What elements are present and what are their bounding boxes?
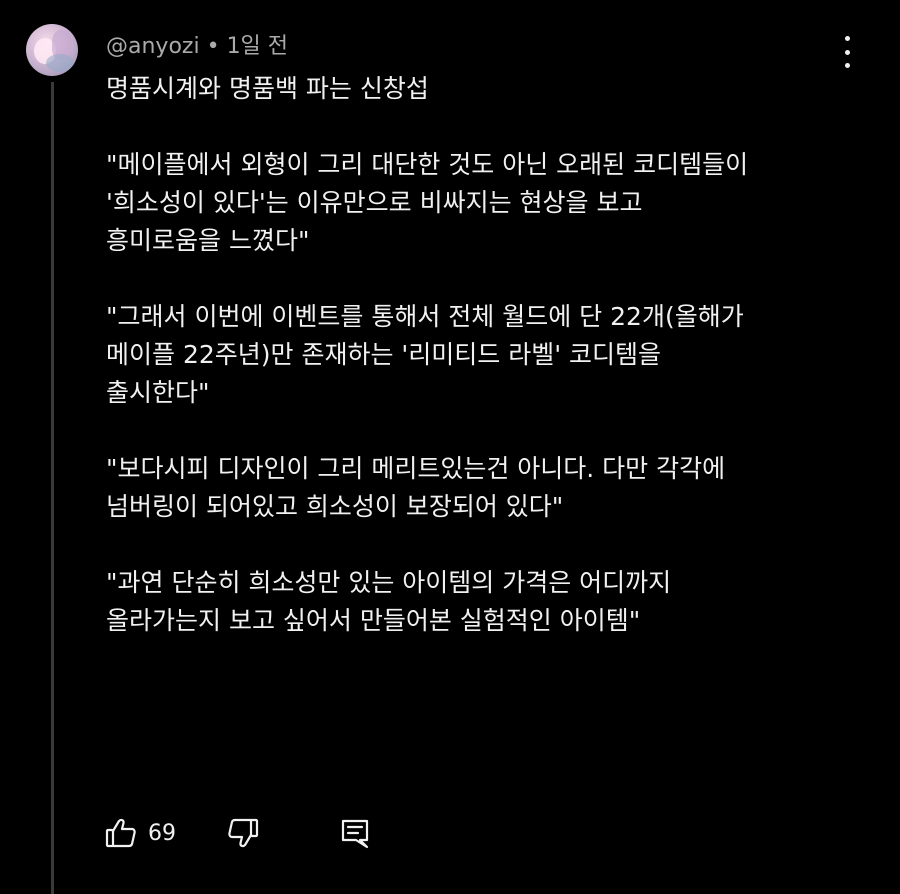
author-handle[interactable]: @anyozi bbox=[106, 34, 200, 59]
like-count: 69 bbox=[148, 820, 176, 846]
user-avatar[interactable] bbox=[26, 24, 78, 76]
more-vertical-icon bbox=[844, 36, 850, 41]
comment-line: 넘버링이 되어있고 희소성이 보장되어 있다" bbox=[106, 492, 564, 521]
like-button[interactable]: 69 bbox=[104, 813, 176, 853]
more-vertical-icon bbox=[844, 49, 850, 55]
thumbs-up-icon bbox=[104, 816, 138, 850]
comment-line: "보다시피 디자인이 그리 메리트있는건 아니다. 다만 각각에 bbox=[106, 454, 726, 483]
thread-line bbox=[51, 82, 54, 894]
reply-button[interactable] bbox=[338, 813, 372, 853]
comment-title: 명품시계와 명품백 파는 신창섭 bbox=[106, 74, 429, 103]
avatar-art bbox=[46, 54, 74, 72]
comment-line: '희소성이 있다'는 이유만으로 비싸지는 현상을 보고 bbox=[106, 188, 643, 217]
comment-actions: 69 bbox=[104, 813, 504, 853]
comment-line: 올라가는지 보고 싶어서 만들어본 실험적인 아이템" bbox=[106, 606, 641, 635]
reply-icon bbox=[338, 816, 372, 850]
meta-separator: • bbox=[206, 34, 220, 59]
comment-line: 출시한다" bbox=[106, 378, 210, 407]
more-options-button[interactable] bbox=[832, 36, 862, 68]
comment-line: 흥미로움을 느꼈다" bbox=[106, 226, 310, 255]
comment-line: "과연 단순히 희소성만 있는 아이템의 가격은 어디까지 bbox=[106, 568, 672, 597]
comment-line: "메이플에서 외형이 그리 대단한 것도 아닌 오래된 코디템들이 bbox=[106, 150, 749, 179]
dislike-button[interactable] bbox=[226, 813, 260, 853]
comment-line: "그래서 이번에 이벤트를 통해서 전체 월드에 단 22개(올해가 bbox=[106, 302, 744, 331]
more-vertical-icon bbox=[844, 63, 850, 68]
thumbs-down-icon bbox=[226, 816, 260, 850]
comment-meta: @anyozi • 1일 전 bbox=[106, 28, 288, 60]
comment-line: 메이플 22주년)만 존재하는 '리미티드 라벨' 코디템을 bbox=[106, 340, 662, 369]
comment-time[interactable]: 1일 전 bbox=[227, 34, 288, 59]
comment-body: 명품시계와 명품백 파는 신창섭 "메이플에서 외형이 그리 대단한 것도 아닌… bbox=[106, 70, 866, 640]
